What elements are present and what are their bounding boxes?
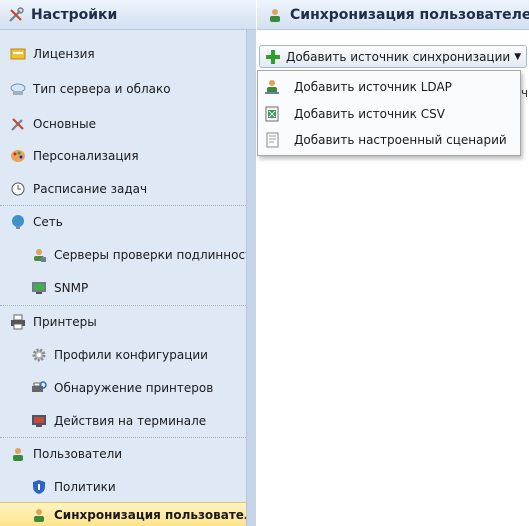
tools-icon [10, 116, 26, 132]
sidebar-scrollbar[interactable] [246, 30, 256, 526]
sidebar-item-config-profiles[interactable]: Профили конфигурации [0, 338, 246, 371]
menu-item-add-ldap[interactable]: Добавить источник LDAP [258, 75, 520, 99]
menu-item-label: Добавить источник CSV [294, 107, 445, 121]
sidebar-item-label: Синхронизация пользователей [54, 507, 246, 522]
menu-item-label: Добавить источник LDAP [294, 80, 452, 94]
tools-icon [8, 6, 24, 23]
clock-icon [10, 181, 26, 197]
sidebar-item-label: Основные [33, 116, 97, 131]
gear-profile-icon [31, 347, 47, 363]
license-icon [10, 46, 26, 62]
sidebar-header: Настройки [0, 0, 256, 30]
user-server-icon [31, 247, 47, 263]
sidebar-item-personalization[interactable]: Персонализация [0, 139, 246, 172]
sidebar-item-terminal-actions[interactable]: Действия на терминале [0, 404, 246, 437]
sidebar-item-label: Политики [54, 479, 116, 494]
ldap-user-icon [264, 79, 280, 95]
cloud-server-icon [10, 81, 26, 97]
page-title: Синхронизация пользователей [290, 6, 529, 23]
sidebar-item-general[interactable]: Основные [0, 107, 246, 140]
sidebar-item-printers[interactable]: Принтеры [0, 305, 246, 338]
terminal-icon [31, 413, 47, 429]
user-sync-icon [31, 507, 47, 523]
sidebar-item-license[interactable]: Лицензия [0, 37, 246, 70]
sidebar-item-task-schedule[interactable]: Расписание задач [0, 172, 246, 205]
menu-item-label: Добавить настроенный сценарий [294, 133, 507, 147]
sidebar-item-network[interactable]: Сеть [0, 205, 246, 238]
sidebar-item-snmp[interactable]: SNMP [0, 271, 246, 304]
main-header: Синхронизация пользователей [257, 0, 529, 30]
sidebar-item-label: Расписание задач [33, 181, 148, 196]
sidebar-item-label: SNMP [54, 280, 89, 295]
menu-item-add-script[interactable]: Добавить настроенный сценарий [258, 128, 520, 152]
user-sync-icon [267, 7, 283, 23]
network-icon [10, 214, 26, 230]
printer-discovery-icon [31, 380, 47, 396]
sidebar-item-label: Лицензия [33, 46, 95, 61]
users-icon [10, 446, 26, 462]
csv-file-icon [264, 106, 280, 122]
sidebar-item-policies[interactable]: Политики [0, 470, 246, 503]
obscured-column-text: чн [521, 86, 529, 100]
settings-sidebar: Настройки Лицензия Тип сервера и облако … [0, 0, 256, 526]
sidebar-item-server-type[interactable]: Тип сервера и облако [0, 72, 246, 105]
printer-icon [10, 314, 26, 330]
sidebar-item-auth-servers[interactable]: Серверы проверки подлинности [0, 238, 246, 271]
sidebar-item-label: Обнаружение принтеров [54, 380, 214, 395]
shield-icon [31, 479, 47, 495]
sidebar-item-label: Пользователи [33, 447, 123, 461]
sidebar-item-label: Серверы проверки подлинности [54, 247, 246, 262]
add-sync-source-label: Добавить источник синхронизации [286, 49, 511, 64]
sidebar-item-label: Профили конфигурации [54, 347, 208, 362]
add-plus-icon [265, 49, 281, 65]
sidebar-item-label: Тип сервера и облако [33, 81, 171, 96]
sidebar-item-label: Действия на терминале [54, 413, 207, 428]
snmp-monitor-icon [31, 280, 47, 296]
palette-icon [10, 148, 26, 164]
add-sync-source-button[interactable]: Добавить источник синхронизации ▼ [259, 45, 527, 68]
add-source-dropdown-menu: Добавить источник LDAP Добавить источник… [257, 70, 521, 156]
sidebar-item-label: Персонализация [33, 148, 139, 163]
sidebar-item-label: Принтеры [33, 315, 97, 329]
chevron-down-icon: ▼ [514, 51, 522, 62]
menu-item-add-csv[interactable]: Добавить источник CSV [258, 102, 520, 126]
sidebar-item-users[interactable]: Пользователи [0, 437, 246, 470]
sidebar-title: Настройки [31, 6, 118, 23]
sidebar-item-user-sync[interactable]: Синхронизация пользователей [0, 502, 246, 526]
script-file-icon [264, 132, 280, 148]
sidebar-item-label: Сеть [33, 215, 63, 229]
sidebar-item-printer-discovery[interactable]: Обнаружение принтеров [0, 371, 246, 404]
